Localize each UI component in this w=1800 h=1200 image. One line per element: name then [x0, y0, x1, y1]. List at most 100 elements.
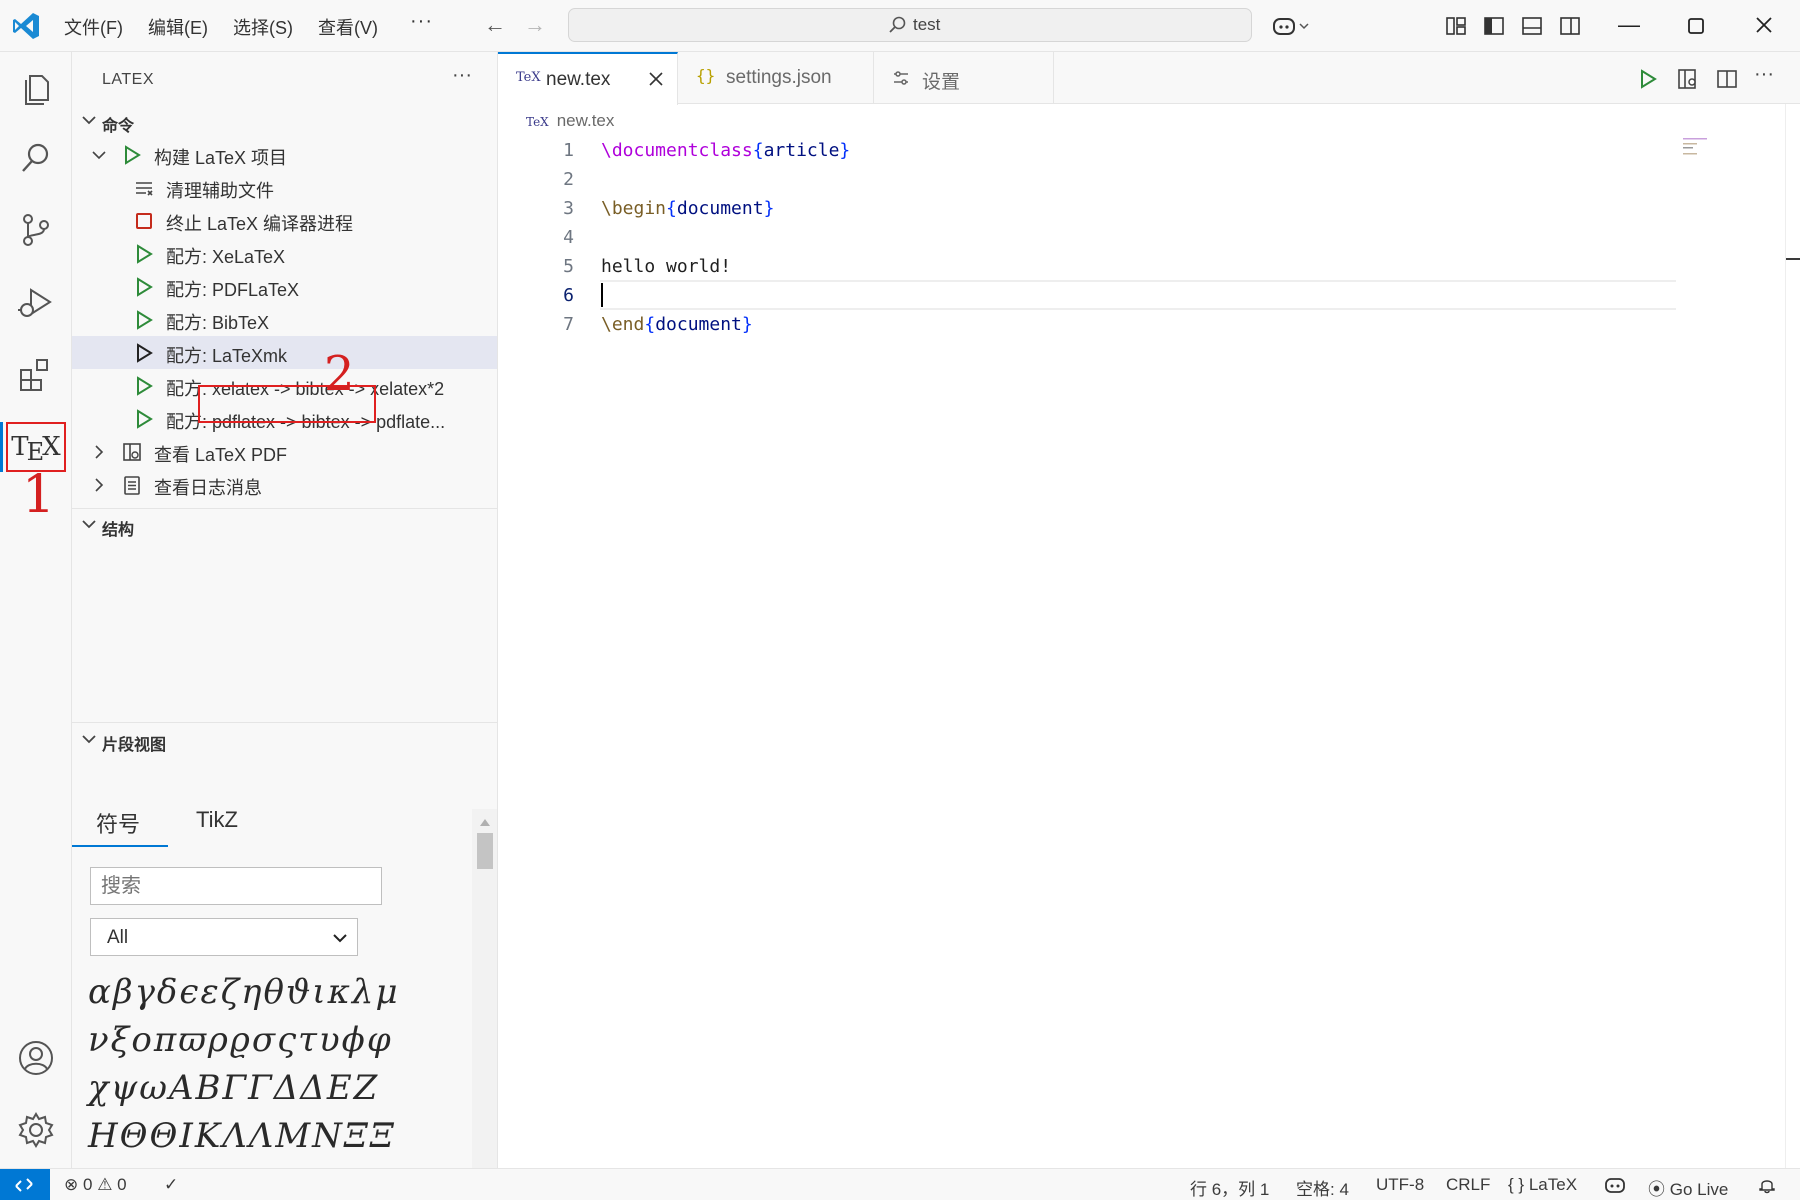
tree-item-clean-aux[interactable]: 清理辅助文件 [72, 171, 497, 204]
symbol-search-input[interactable] [90, 867, 382, 905]
tab-symbols[interactable]: 符号 [96, 807, 140, 839]
encoding-setting[interactable]: UTF-8 [1376, 1175, 1424, 1195]
tree-item-build-project[interactable]: 构建 LaTeX 项目 [72, 138, 497, 171]
build-status-check-icon[interactable]: ✓ [164, 1175, 178, 1195]
section-divider [72, 508, 497, 509]
copilot-status-icon[interactable] [1604, 1176, 1626, 1194]
search-icon[interactable] [16, 138, 56, 178]
cursor-position[interactable]: 行 6，列 1 [1190, 1175, 1269, 1200]
extensions-icon[interactable] [16, 354, 56, 394]
menu-selection[interactable]: 选择(S) [233, 14, 293, 40]
symbol-grid[interactable]: αβγδϵεζηθϑικλμνξοπϖρϱσςτυϕφχψωΑΒΓΓΔΔΕΖΗΘ… [88, 968, 408, 1168]
tex-file-icon: TeX [526, 115, 549, 129]
copilot-icon[interactable] [1272, 14, 1312, 38]
code-line: 1 \documentclass{article} [498, 136, 1678, 165]
run-build-icon[interactable] [1636, 67, 1660, 91]
code-line: 4 [498, 223, 1678, 252]
tree-item-recipe-bibtex[interactable]: 配方: BibTeX [72, 303, 497, 336]
toggle-panel-icon[interactable] [1520, 14, 1544, 38]
status-bar: ⊗ 0 ⚠ 0 ✓ 行 6，列 1 空格: 4 UTF-8 CRLF { } L… [0, 1168, 1800, 1200]
close-tab-icon[interactable] [647, 70, 665, 88]
tree-item-label: 配方: LaTeXmk [166, 346, 288, 366]
maximize-window-icon[interactable] [1686, 16, 1706, 36]
menu-more-button[interactable]: ··· [410, 10, 433, 33]
tree-item-kill-compiler[interactable]: 终止 LaTeX 编译器进程 [72, 204, 497, 237]
warning-count: 0 [117, 1175, 127, 1194]
error-icon: ⊗ [64, 1175, 79, 1194]
minimize-window-icon[interactable]: — [1618, 12, 1640, 38]
run-icon [125, 145, 141, 165]
command-center-text: test [913, 15, 941, 34]
run-icon [137, 376, 153, 396]
eol-setting[interactable]: CRLF [1446, 1175, 1490, 1195]
code-line: 2 [498, 165, 1678, 194]
problems-indicator[interactable]: ⊗ 0 ⚠ 0 [64, 1175, 127, 1195]
tab-label: 设置 [922, 72, 961, 93]
tree-item-view-pdf[interactable]: 查看 LaTeX PDF [72, 435, 497, 468]
line-text: \end{document} [601, 314, 753, 335]
menu-view[interactable]: 查看(V) [318, 14, 378, 40]
minimap[interactable] [1683, 137, 1711, 157]
commands-section-header[interactable]: 命令 [72, 108, 497, 138]
customize-layout-icon[interactable] [1444, 14, 1468, 38]
notifications-bell-icon[interactable] [1758, 1176, 1776, 1194]
manage-gear-icon[interactable] [16, 1110, 56, 1150]
chevron-down-icon [333, 934, 347, 943]
latex-sidebar: LATEX ··· 命令 构建 LaTeX 项目 清理辅助文件 终止 LaTeX… [72, 52, 498, 1168]
tree-item-recipe-pdflatex[interactable]: 配方: PDFLaTeX [72, 270, 497, 303]
view-pdf-icon[interactable] [1676, 67, 1700, 91]
line-text: hello world! [601, 256, 732, 277]
sidebar-more-actions-button[interactable]: ··· [452, 64, 472, 87]
accounts-icon[interactable] [16, 1038, 56, 1078]
remote-indicator-button[interactable] [0, 1169, 50, 1200]
tab-new-tex[interactable]: TeX new.tex [498, 52, 678, 105]
symbol-category-select[interactable]: All [90, 918, 358, 956]
chevron-right-icon [95, 478, 104, 492]
tab-label: settings.json [726, 67, 832, 88]
tab-tikz[interactable]: TikZ [196, 807, 238, 833]
code-line: 3 \begin{document} [498, 194, 1678, 223]
forward-arrow-icon[interactable]: → [524, 12, 546, 38]
line-text: \begin{document} [601, 198, 775, 219]
back-arrow-icon[interactable]: ← [484, 12, 506, 38]
source-control-icon[interactable] [16, 210, 56, 250]
run-debug-icon[interactable] [16, 282, 56, 322]
tab-settings[interactable]: 设置 [874, 52, 1054, 104]
snippet-tabs: 符号 TikZ [72, 797, 432, 845]
tree-item-label: 构建 LaTeX 项目 [154, 148, 288, 168]
tab-settings-json[interactable]: {} settings.json [678, 52, 874, 104]
tree-item-recipe-latexmk[interactable]: 配方: LaTeXmk [72, 336, 497, 369]
menu-file[interactable]: 文件(F) [64, 14, 123, 40]
toggle-secondary-sidebar-icon[interactable] [1558, 14, 1582, 38]
scroll-up-icon[interactable] [479, 817, 491, 827]
split-editor-icon[interactable] [1715, 67, 1739, 91]
snippet-scrollbar[interactable] [472, 809, 497, 1168]
explorer-icon[interactable] [16, 68, 56, 108]
command-center-search[interactable]: test [568, 8, 1252, 42]
menu-edit[interactable]: 编辑(E) [148, 14, 208, 40]
indentation-setting[interactable]: 空格: 4 [1296, 1175, 1349, 1200]
tree-item-recipe-xelatex[interactable]: 配方: XeLaTeX [72, 237, 497, 270]
breadcrumb[interactable]: TeX new.tex [526, 111, 614, 131]
code-line: 5 hello world! [498, 252, 1678, 281]
line-text: \documentclass{article} [601, 140, 851, 161]
go-live-button[interactable]: ⦿ Go Live [1648, 1175, 1728, 1200]
scrollbar-thumb[interactable] [477, 833, 493, 869]
tree-item-label: 配方: BibTeX [166, 313, 270, 333]
editor-scrollbar[interactable] [1785, 104, 1800, 1168]
activity-bar: TEX 1 [0, 52, 72, 1168]
close-window-icon[interactable] [1754, 15, 1774, 35]
language-mode[interactable]: { } LaTeX [1508, 1175, 1577, 1195]
clear-icon [136, 182, 153, 196]
breadcrumb-file[interactable]: new.tex [557, 111, 615, 130]
remote-icon [15, 1178, 33, 1192]
tree-item-view-log[interactable]: 查看日志消息 [72, 468, 497, 501]
toggle-primary-sidebar-icon[interactable] [1482, 14, 1506, 38]
chevron-down-icon [82, 520, 96, 529]
editor-more-actions-button[interactable]: ··· [1754, 63, 1774, 86]
stop-icon [136, 213, 152, 229]
structure-section-header[interactable]: 结构 [72, 512, 497, 542]
snippet-view-section-header[interactable]: 片段视图 [72, 727, 497, 757]
tree-item-label: 配方: XeLaTeX [166, 247, 286, 267]
run-icon [137, 310, 153, 330]
